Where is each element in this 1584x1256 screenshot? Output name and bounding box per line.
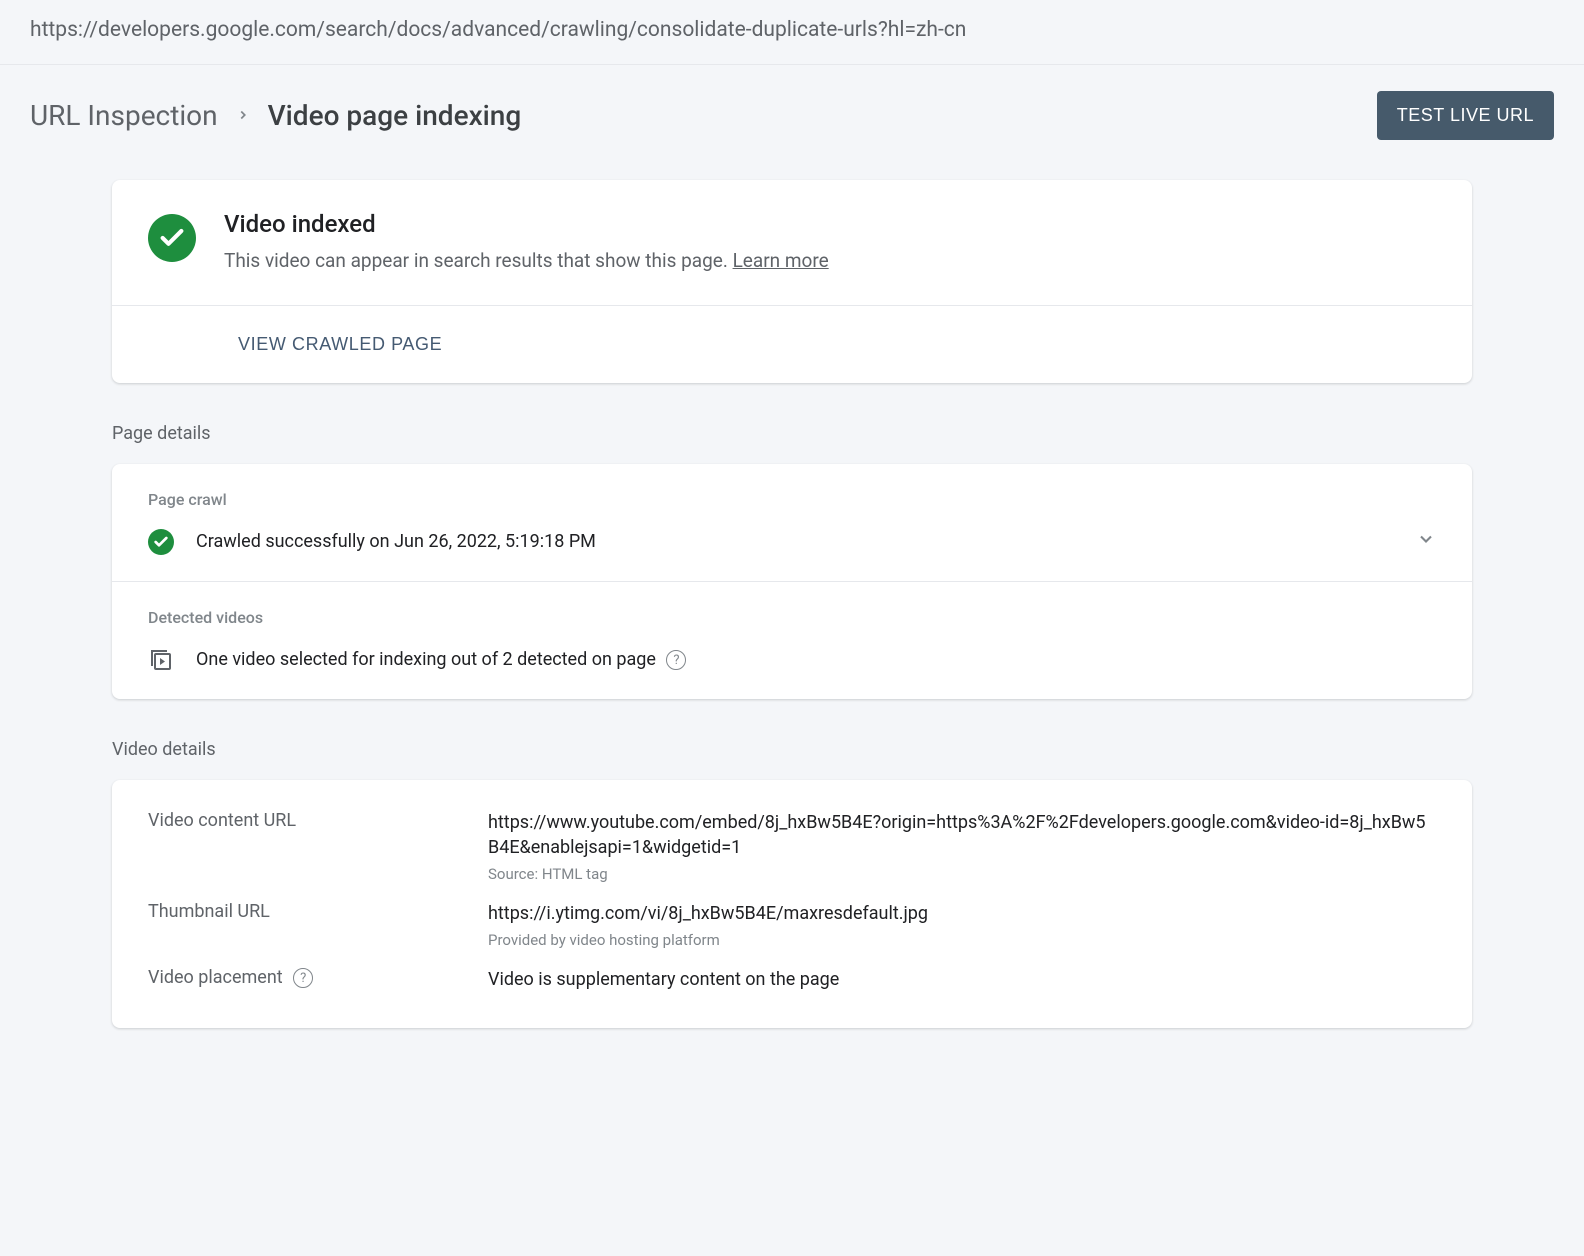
page-details-label: Page details <box>112 423 1472 444</box>
detail-key: Video content URL <box>148 810 488 831</box>
breadcrumb-leaf: Video page indexing <box>268 99 522 132</box>
breadcrumb: URL Inspection Video page indexing <box>30 99 521 132</box>
success-check-icon <box>148 214 196 262</box>
inspected-url: https://developers.google.com/search/doc… <box>0 0 1584 65</box>
table-row: Video content URL https://www.youtube.co… <box>148 802 1436 893</box>
detail-value: https://www.youtube.com/embed/8j_hxBw5B4… <box>488 810 1436 885</box>
chevron-right-icon <box>236 103 250 128</box>
chevron-down-icon[interactable] <box>1416 529 1436 554</box>
detected-videos-section: Detected videos One video selected for i… <box>112 582 1472 699</box>
video-details-card: Video content URL https://www.youtube.co… <box>112 780 1472 1029</box>
crawl-status-row: Crawled successfully on Jun 26, 2022, 5:… <box>148 529 1436 555</box>
help-icon[interactable]: ? <box>666 650 686 670</box>
page-crawl-section[interactable]: Page crawl Crawled successfully on Jun 2… <box>112 464 1472 582</box>
page-details-card: Page crawl Crawled successfully on Jun 2… <box>112 464 1472 699</box>
detail-key: Thumbnail URL <box>148 901 488 922</box>
detail-sub: Provided by video hosting platform <box>488 930 1436 951</box>
detail-value: Video is supplementary content on the pa… <box>488 967 1436 992</box>
detail-sub: Source: HTML tag <box>488 864 1436 885</box>
detected-videos-text: One video selected for indexing out of 2… <box>196 649 686 670</box>
status-title: Video indexed <box>224 210 829 238</box>
learn-more-link[interactable]: Learn more <box>733 249 829 272</box>
detail-key: Video placement ? <box>148 967 488 988</box>
status-subtitle: This video can appear in search results … <box>224 248 829 275</box>
video-library-icon <box>148 647 174 673</box>
detail-value: https://i.ytimg.com/vi/8j_hxBw5B4E/maxre… <box>488 901 1436 951</box>
page-crawl-label: Page crawl <box>148 490 1436 509</box>
success-check-icon <box>148 529 174 555</box>
status-card: Video indexed This video can appear in s… <box>112 180 1472 383</box>
breadcrumb-root[interactable]: URL Inspection <box>30 99 218 132</box>
crawl-status-text: Crawled successfully on Jun 26, 2022, 5:… <box>196 531 1394 552</box>
status-row: Video indexed This video can appear in s… <box>112 180 1472 306</box>
table-row: Thumbnail URL https://i.ytimg.com/vi/8j_… <box>148 893 1436 959</box>
detected-videos-label: Detected videos <box>148 608 1436 627</box>
help-icon[interactable]: ? <box>293 968 313 988</box>
video-details-table: Video content URL https://www.youtube.co… <box>112 780 1472 1029</box>
view-crawled-row: VIEW CRAWLED PAGE <box>112 306 1472 383</box>
detected-videos-row: One video selected for indexing out of 2… <box>148 647 1436 673</box>
video-details-label: Video details <box>112 739 1472 760</box>
view-crawled-page-button[interactable]: VIEW CRAWLED PAGE <box>238 334 442 355</box>
table-row: Video placement ? Video is supplementary… <box>148 959 1436 1000</box>
breadcrumb-row: URL Inspection Video page indexing TEST … <box>0 65 1584 180</box>
test-live-url-button[interactable]: TEST LIVE URL <box>1377 91 1554 140</box>
